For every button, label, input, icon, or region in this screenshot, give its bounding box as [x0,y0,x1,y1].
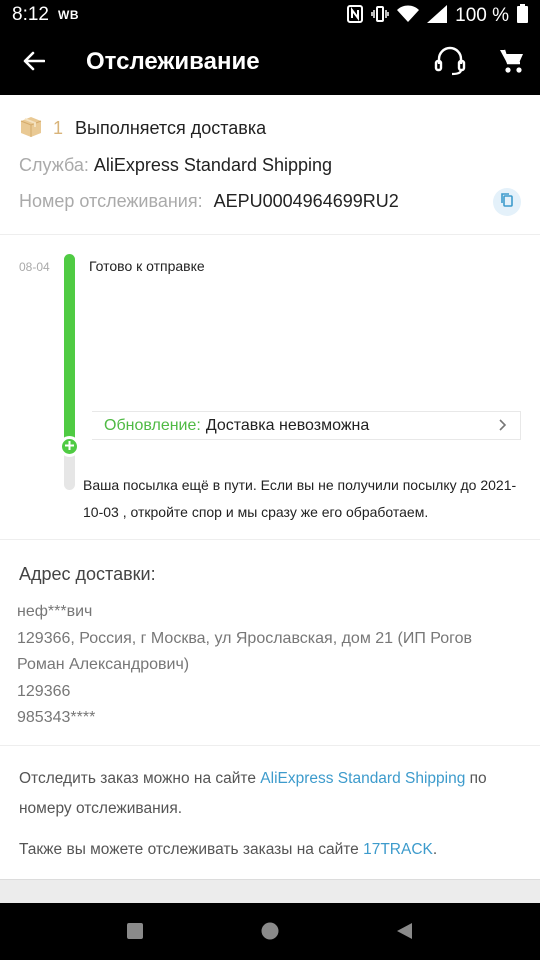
status-row: 1 Выполняется доставка [19,115,266,142]
event-text: Готово к отправке [89,258,205,274]
copy-tracking-button[interactable] [493,188,521,216]
delivery-status: Выполняется доставка [75,118,267,138]
recipient-phone: 985343**** [17,709,96,726]
cart-button[interactable] [492,43,532,83]
address-zip: 129366 [17,682,71,700]
back-button[interactable] [16,45,52,81]
wifi-icon [397,5,420,28]
home-button[interactable] [258,921,282,945]
tracking-timeline: 08-04 Готово к отправке Обновление: Дост… [0,236,540,540]
delivery-address: Адрес доставки: неф***вич 129366, Россия… [0,541,540,746]
update-label: Обновление: [104,416,201,434]
service-label: Служба: [19,155,89,175]
vibrate-icon [371,5,389,28]
carrier-site-link[interactable]: AliExpress Standard Shipping [260,770,465,787]
address-lines: неф***вич 129366, Россия, г Москва, ул Я… [17,599,517,732]
recents-button[interactable] [123,921,147,945]
package-icon [19,115,43,142]
p1-text-before: Отследить заказ можно на сайте [19,770,261,787]
plus-icon [64,438,75,456]
timeline-progress [64,254,75,446]
copy-icon [500,192,514,212]
status-time: 8:12 [12,4,49,25]
package-count: 1 [53,118,64,138]
chevron-right-icon [498,417,508,438]
status-bar: 8:12 WB 100 % [0,0,540,31]
shipment-info: 1 Выполняется доставка Служба: AliExpres… [0,95,540,235]
status-icons: 100 % [347,4,528,28]
battery-icon [517,4,528,28]
carrier-tag: WB [58,8,79,22]
support-button[interactable] [430,43,470,83]
update-row[interactable]: Обновление: Доставка невозможна [92,411,521,440]
17track-paragraph: Также вы можете отслеживать заказы на са… [19,835,524,865]
home-circle-icon [260,921,280,946]
p2-text-after: . [432,841,438,858]
tracking-label: Номер отслеживания: [19,191,203,211]
address-title: Адрес доставки: [19,564,156,584]
nfc-icon [347,4,364,28]
tracking-links: Отследить заказ можно на сайте AliExpres… [0,747,540,879]
timeline-current-dot [59,436,80,457]
signal-icon [427,4,448,28]
update-value: Доставка невозможна [205,416,370,434]
tracking-number: AEPU0004964699RU2 [213,191,399,211]
service-value: AliExpress Standard Shipping [93,155,333,175]
carrier-link-paragraph: Отследить заказ можно на сайте AliExpres… [19,764,524,824]
recipient-name: неф***вич [17,603,93,620]
bottom-divider [0,879,540,903]
back-nav-button[interactable] [392,921,416,945]
event-date: 08-04 [19,260,50,274]
headset-support-icon [434,46,466,81]
p2-text-before: Также вы можете отслеживать заказы на са… [19,841,364,858]
page-title: Отслеживание [86,48,260,75]
back-triangle-icon [394,921,414,946]
service-row: Служба: AliExpress Standard Shipping [19,155,332,176]
battery-percent: 100 % [455,5,509,26]
cart-icon [499,48,525,79]
tracking-row: Номер отслеживания: AEPU0004964699RU2 [19,191,399,212]
recents-square-icon [125,921,145,946]
delivery-note: Ваша посылка ещё в пути. Если вы не полу… [83,477,517,520]
address-street: 129366, Россия, г Москва, ул Ярославская… [17,629,473,674]
back-arrow-icon [23,51,46,76]
system-nav-bar [0,903,540,960]
17track-link[interactable]: 17TRACK [363,841,433,858]
app-bar: Отслеживание [0,31,540,95]
